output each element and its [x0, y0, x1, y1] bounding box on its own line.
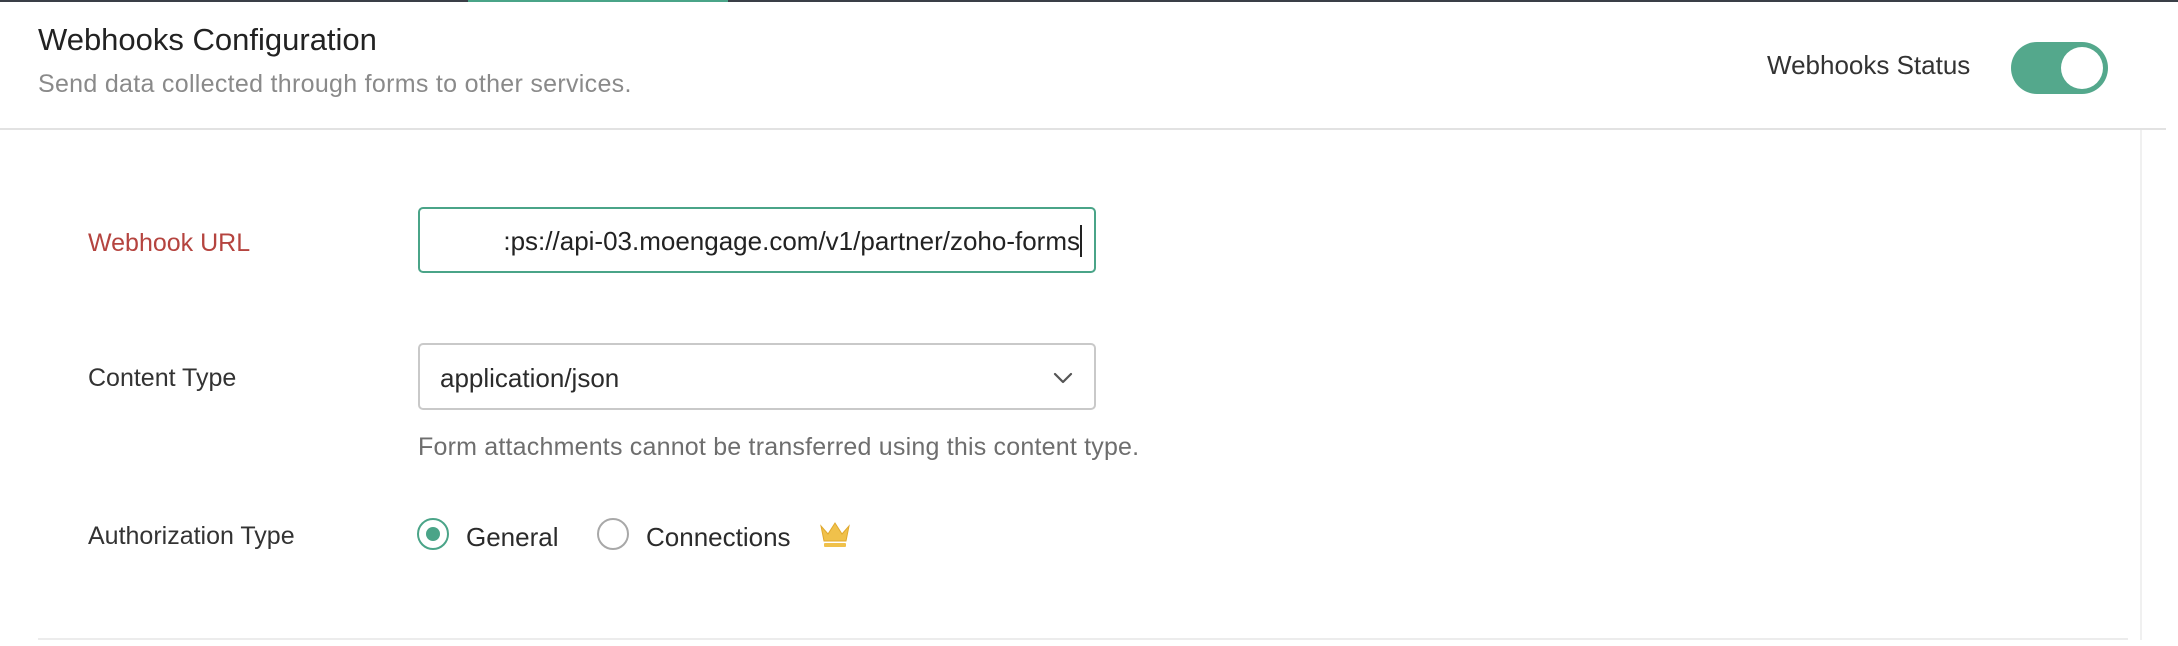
- webhooks-status-label: Webhooks Status: [1767, 50, 1971, 80]
- chevron-down-icon: [1053, 372, 1073, 384]
- radio-selected-dot: [426, 527, 440, 541]
- page-title: Webhooks Configuration: [38, 22, 377, 57]
- radio-connections[interactable]: [597, 518, 629, 550]
- toggle-knob: [2061, 47, 2103, 89]
- crown-icon: [820, 522, 850, 547]
- webhooks-configuration-page: Webhooks Configuration Send data collect…: [0, 0, 2178, 646]
- content-type-select[interactable]: application/json: [418, 343, 1096, 410]
- webhook-url-value: :ps://api-03.moengage.com/v1/partner/zoh…: [503, 226, 1080, 256]
- section-divider: [38, 638, 2128, 640]
- webhooks-status-toggle[interactable]: [2011, 42, 2108, 94]
- webhook-url-label: Webhook URL: [88, 229, 251, 257]
- page-header: Webhooks Configuration Send data collect…: [0, 2, 2166, 130]
- content-type-label: Content Type: [88, 364, 237, 392]
- authorization-type-label: Authorization Type: [88, 522, 295, 550]
- content-type-selected-value: application/json: [440, 363, 620, 393]
- radio-general-label[interactable]: General: [466, 522, 559, 553]
- radio-connections-label[interactable]: Connections: [646, 522, 791, 553]
- text-caret: [1080, 225, 1082, 257]
- content-type-hint: Form attachments cannot be transferred u…: [418, 433, 1140, 461]
- webhook-url-input[interactable]: :ps://api-03.moengage.com/v1/partner/zoh…: [418, 207, 1096, 273]
- page-subtitle: Send data collected through forms to oth…: [38, 70, 632, 98]
- radio-general[interactable]: [417, 518, 449, 550]
